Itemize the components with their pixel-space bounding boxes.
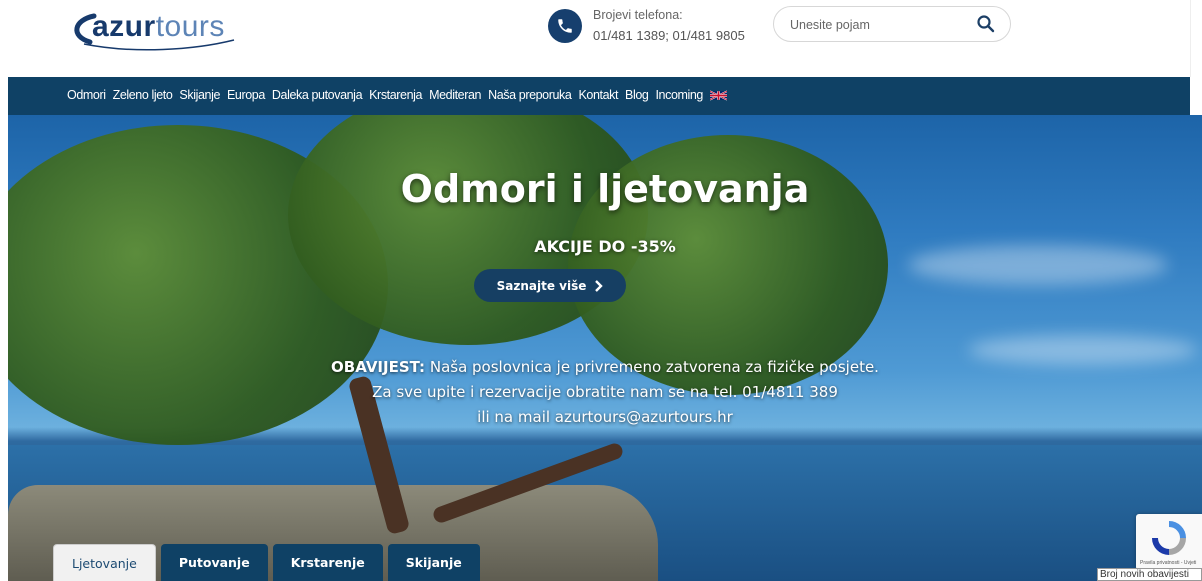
- notice-label: OBAVIJEST:: [331, 358, 426, 376]
- site-header: azurtours Brojevi telefona: 01/481 1389;…: [0, 0, 1202, 77]
- notice-line-2: Za sve upite i rezervacije obratite nam …: [372, 383, 838, 401]
- nav-item-zeleno-ljeto[interactable]: Zeleno ljeto: [113, 88, 173, 104]
- nav-item-skijanje[interactable]: Skijanje: [179, 88, 220, 104]
- hero-subtitle: AKCIJE DO -35%: [534, 237, 676, 256]
- notification-tooltip: Broj novih obavijesti: [1097, 568, 1202, 581]
- hero-banner: Odmori i ljetovanja AKCIJE DO -35% Sazna…: [8, 115, 1202, 581]
- nav-item-krstarenja[interactable]: Krstarenja: [369, 88, 422, 104]
- nav-item-daleka-putovanja[interactable]: Daleka putovanja: [272, 88, 363, 104]
- main-nav: Odmori Zeleno ljeto Skijanje Europa Dale…: [8, 77, 1190, 115]
- nav-item-kontakt[interactable]: Kontakt: [578, 88, 618, 104]
- phone-icon: [548, 9, 582, 43]
- uk-flag-icon[interactable]: [709, 88, 728, 104]
- nav-item-incoming[interactable]: Incoming: [655, 88, 703, 104]
- hero-title: Odmori i ljetovanja: [400, 167, 810, 211]
- recaptcha-icon: [1152, 521, 1186, 555]
- notice-line-3: ili na mail azurtours@azurtours.hr: [477, 408, 733, 426]
- page-edge: [1190, 0, 1202, 77]
- nav-item-mediteran[interactable]: Mediteran: [429, 88, 481, 104]
- notice-line-1: Naša poslovnica je privremeno zatvorena …: [429, 358, 879, 376]
- tab-krstarenje[interactable]: Krstarenje: [272, 544, 383, 581]
- search-input[interactable]: [790, 15, 960, 35]
- tab-ljetovanje[interactable]: Ljetovanje: [53, 544, 156, 581]
- phone-numbers[interactable]: 01/481 1389; 01/481 9805: [593, 28, 745, 43]
- search-tabs: Ljetovanje Putovanje Krstarenje Skijanje: [53, 544, 480, 581]
- tab-putovanje[interactable]: Putovanje: [160, 544, 268, 581]
- search-box: [773, 6, 1011, 42]
- phone-label: Brojevi telefona:: [593, 8, 683, 22]
- site-logo[interactable]: azurtours: [64, 6, 244, 52]
- chevron-right-icon: [595, 279, 604, 292]
- search-icon[interactable]: [976, 14, 996, 34]
- nav-item-blog[interactable]: Blog: [625, 88, 649, 104]
- tab-skijanje[interactable]: Skijanje: [387, 544, 480, 581]
- notice-text: OBAVIJEST: Naša poslovnica je privremeno…: [8, 355, 1202, 430]
- recaptcha-text: Pravila privatnosti - Uvjeti: [1140, 560, 1197, 566]
- nav-item-europa[interactable]: Europa: [227, 88, 265, 104]
- recaptcha-badge[interactable]: Pravila privatnosti - Uvjeti: [1136, 514, 1202, 570]
- logo-text: azurtours: [92, 10, 225, 43]
- nav-item-odmori[interactable]: Odmori: [67, 88, 106, 104]
- learn-more-label: Saznajte više: [496, 278, 587, 293]
- nav-item-nasa-preporuka[interactable]: Naša preporuka: [488, 88, 572, 104]
- learn-more-button[interactable]: Saznajte više: [474, 269, 626, 302]
